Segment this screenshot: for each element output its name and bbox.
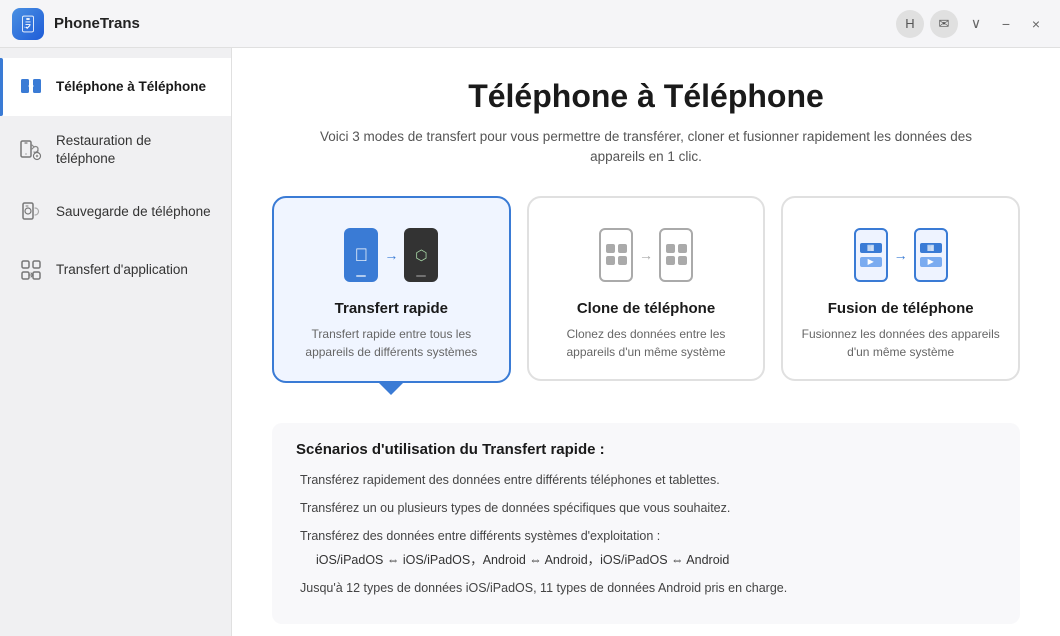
- card-transfert-rapide-icon:  → ⬡: [344, 220, 438, 290]
- app-name: PhoneTrans: [54, 15, 140, 32]
- window-controls: H ✉ ∨ − ×: [896, 10, 1048, 38]
- sidebar-item-restauration[interactable]: Restauration de téléphone: [0, 116, 231, 183]
- card-active-arrow: [377, 381, 405, 395]
- systems-text: iOS/iPadOS ⇔ iOS/iPadOS，Android ⇔ Androi…: [300, 550, 996, 570]
- page-title: Téléphone à Téléphone: [272, 78, 1020, 115]
- card-wrapper-transfert-rapide:  → ⬡: [272, 196, 511, 395]
- sidebar: Téléphone à Téléphone Restauration de té…: [0, 48, 232, 636]
- scenarios-title: Scénarios d'utilisation du Transfert rap…: [296, 441, 996, 458]
- minimize-button[interactable]: −: [994, 12, 1018, 36]
- card-clone-telephone[interactable]: → Clone de: [527, 196, 766, 381]
- transfert-app-icon: [18, 257, 44, 283]
- card-transfert-rapide[interactable]:  → ⬡: [272, 196, 511, 383]
- sidebar-item-telephone-telephone[interactable]: Téléphone à Téléphone: [0, 58, 231, 116]
- card-clone-desc: Clonez des données entre les appareils d…: [547, 325, 746, 361]
- scenarios-list: Transférez rapidement des données entre …: [296, 470, 996, 598]
- sidebar-item-telephone-telephone-label: Téléphone à Téléphone: [56, 78, 206, 96]
- card-fusion-desc: Fusionnez les données des appareils d'un…: [801, 325, 1000, 361]
- titlebar: PhoneTrans H ✉ ∨ − ×: [0, 0, 1060, 48]
- scenario-item-2: Transférez un ou plusieurs types de donn…: [296, 498, 996, 518]
- sidebar-item-sauvegarde-label: Sauvegarde de téléphone: [56, 203, 211, 221]
- page-subtitle: Voici 3 modes de transfert pour vous per…: [306, 127, 986, 168]
- card-wrapper-clone: → Clone de: [527, 196, 766, 395]
- sidebar-item-transfert-app[interactable]: Transfert d'application: [0, 241, 231, 299]
- close-button[interactable]: ×: [1024, 12, 1048, 36]
- chevron-down-button[interactable]: ∨: [964, 12, 988, 36]
- email-button[interactable]: ✉: [930, 10, 958, 38]
- user-avatar-button[interactable]: H: [896, 10, 924, 38]
- sauvegarde-icon: [18, 199, 44, 225]
- restauration-icon: [18, 137, 44, 163]
- app-body: Téléphone à Téléphone Restauration de té…: [0, 48, 1060, 636]
- card-fusion-icon: ▦ ▶ → ▦: [854, 220, 948, 290]
- card-fusion-title: Fusion de téléphone: [828, 300, 974, 317]
- scenarios-section: Scénarios d'utilisation du Transfert rap…: [272, 423, 1020, 624]
- scenario-item-1: Transférez rapidement des données entre …: [296, 470, 996, 490]
- app-logo-icon: [18, 14, 38, 34]
- card-transfert-rapide-title: Transfert rapide: [335, 300, 448, 317]
- sidebar-item-transfert-app-label: Transfert d'application: [56, 261, 188, 279]
- card-wrapper-fusion: ▦ ▶ → ▦: [781, 196, 1020, 395]
- sidebar-item-restauration-label: Restauration de téléphone: [56, 132, 213, 167]
- scenario-item-3: Transférez des données entre différents …: [296, 526, 996, 570]
- telephone-telephone-icon: [18, 74, 44, 100]
- sidebar-item-sauvegarde[interactable]: Sauvegarde de téléphone: [0, 183, 231, 241]
- card-transfert-rapide-desc: Transfert rapide entre tous les appareil…: [292, 325, 491, 361]
- main-content: Téléphone à Téléphone Voici 3 modes de t…: [232, 48, 1060, 636]
- card-clone-icon: →: [599, 220, 693, 290]
- card-clone-title: Clone de téléphone: [577, 300, 715, 317]
- cards-row:  → ⬡: [272, 196, 1020, 395]
- app-logo: [12, 8, 44, 40]
- scenario-item-4: Jusqu'à 12 types de données iOS/iPadOS, …: [296, 578, 996, 598]
- card-fusion-telephone[interactable]: ▦ ▶ → ▦: [781, 196, 1020, 381]
